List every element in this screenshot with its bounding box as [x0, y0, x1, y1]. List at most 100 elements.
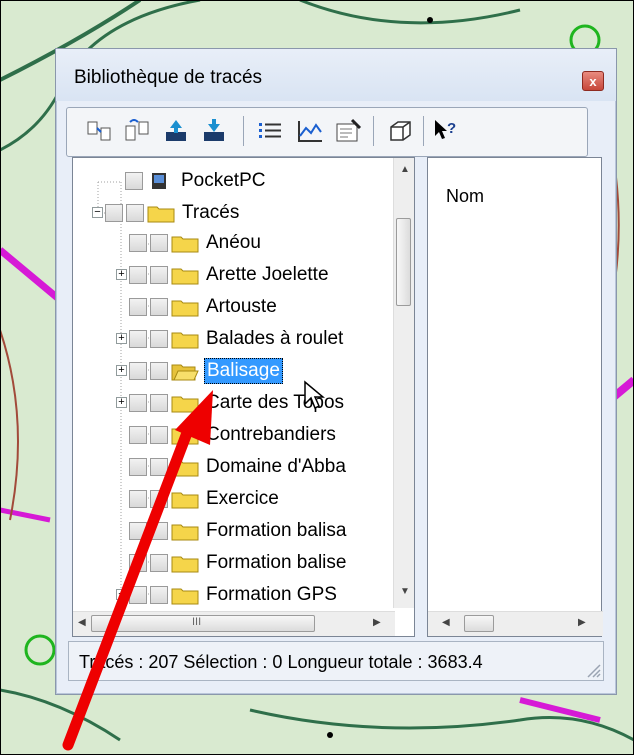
expand-toggle[interactable]: + — [116, 333, 127, 344]
tree-node-folder[interactable]: Formation balisa — [129, 516, 348, 546]
tree-node-label: Anéou — [206, 232, 261, 253]
folder-icon — [171, 492, 199, 509]
tree-horizontal-scrollbar[interactable]: ◀ III ▶ — [73, 611, 395, 636]
collapse-toggle[interactable]: − — [92, 207, 103, 218]
checkbox[interactable] — [150, 458, 168, 476]
checkbox[interactable] — [150, 490, 168, 508]
tree-horizontal-thumb[interactable]: III — [91, 615, 315, 632]
track-library-window: Bibliothèque de tracés x ? PocketPC − Tr… — [55, 48, 617, 695]
track-tree[interactable]: PocketPC − Tracés Anéou + Arette Joelette A… — [72, 157, 415, 637]
tree-node-folder[interactable]: Balisage — [129, 356, 283, 386]
tree-node-folder[interactable]: Exercice — [129, 484, 281, 514]
checkbox[interactable] — [150, 522, 168, 540]
tree-node-folder[interactable]: Anéou — [129, 228, 263, 258]
scroll-left-arrow[interactable]: ◀ — [442, 617, 450, 628]
checkbox[interactable] — [150, 234, 168, 252]
scroll-left-arrow[interactable]: ◀ — [78, 617, 86, 628]
list-view-button[interactable] — [253, 114, 287, 148]
checkbox[interactable] — [150, 330, 168, 348]
transfer-items-icon — [125, 119, 149, 141]
tree-node-label: Domaine d'Abba — [206, 456, 346, 477]
tree-node-label: Formation balisa — [206, 520, 347, 541]
resize-grip-icon[interactable] — [585, 662, 601, 678]
tree-node-label: Contrebandiers — [206, 424, 336, 445]
column-header-nom[interactable]: Nom — [446, 186, 484, 207]
gps-download-button[interactable] — [197, 114, 231, 148]
3d-view-button[interactable] — [383, 114, 417, 148]
tree-node-folder[interactable]: Formation GPS — [129, 580, 339, 610]
open-folder-icon — [171, 364, 199, 381]
checkbox[interactable] — [129, 394, 147, 412]
help-cursor-icon: ? — [435, 120, 456, 139]
checkbox[interactable] — [150, 394, 168, 412]
checkbox[interactable] — [150, 362, 168, 380]
checkbox[interactable] — [129, 586, 147, 604]
scroll-right-arrow[interactable]: ▶ — [578, 617, 586, 628]
tree-node-label: Arette Joelette — [206, 264, 329, 285]
toolbar-separator — [373, 116, 374, 146]
tree-node-label: Tracés — [182, 202, 240, 223]
checkbox[interactable] — [129, 330, 147, 348]
expand-toggle[interactable]: + — [116, 365, 127, 376]
checkbox[interactable] — [150, 586, 168, 604]
checkbox[interactable] — [129, 298, 147, 316]
transfer-items-button[interactable] — [121, 114, 155, 148]
checkbox[interactable] — [150, 266, 168, 284]
folder-icon — [171, 300, 199, 317]
checkbox[interactable] — [126, 204, 144, 222]
expand-toggle[interactable]: + — [116, 589, 127, 600]
tree-node-label: Balades à roulet — [206, 328, 344, 349]
scroll-right-arrow[interactable]: ▶ — [373, 617, 381, 628]
gps-download-icon — [204, 119, 224, 141]
list-horizontal-thumb[interactable] — [464, 615, 494, 632]
tree-node-folder[interactable]: Arette Joelette — [129, 260, 331, 290]
window-title: Bibliothèque de tracés — [74, 67, 263, 88]
checkbox[interactable] — [129, 266, 147, 284]
folder-icon — [171, 556, 199, 573]
list-horizontal-scrollbar[interactable]: ◀ ▶ — [428, 611, 603, 636]
tree-node-pocketpc[interactable]: PocketPC — [125, 166, 267, 196]
tree-node-folder[interactable]: Domaine d'Abba — [129, 452, 348, 482]
folder-icon — [171, 524, 199, 541]
checkbox[interactable] — [150, 426, 168, 444]
checkbox[interactable] — [129, 458, 147, 476]
tree-vertical-scrollbar[interactable]: ▲ ▼ — [393, 158, 414, 608]
checkbox[interactable] — [129, 522, 147, 540]
track-list[interactable]: Nom ◀ ▶ — [427, 157, 603, 637]
close-button[interactable]: x — [582, 71, 604, 91]
tree-node-folder[interactable]: Formation balise — [129, 548, 348, 578]
tree-node-folder[interactable]: Contrebandiers — [129, 420, 338, 450]
checkbox[interactable] — [105, 204, 123, 222]
checkbox[interactable] — [129, 426, 147, 444]
expand-toggle[interactable]: + — [116, 269, 127, 280]
tree-vertical-thumb[interactable] — [396, 218, 411, 306]
tree-node-folder[interactable]: Balades à roulet — [129, 324, 345, 354]
move-items-icon — [87, 121, 111, 141]
checkbox[interactable] — [125, 172, 143, 190]
tree-node-traces[interactable]: Tracés — [105, 198, 241, 228]
folder-icon — [171, 460, 199, 477]
checkbox[interactable] — [129, 234, 147, 252]
scroll-up-arrow[interactable]: ▲ — [400, 164, 410, 175]
status-text: Tracés : 207 Sélection : 0 Longueur tota… — [79, 652, 483, 672]
properties-button[interactable] — [331, 114, 365, 148]
title-bar: Bibliothèque de tracés x — [56, 49, 616, 101]
checkbox[interactable] — [129, 490, 147, 508]
tree-node-label: PocketPC — [181, 170, 266, 191]
profile-chart-button[interactable] — [293, 114, 327, 148]
scroll-down-arrow[interactable]: ▼ — [400, 586, 410, 597]
expand-toggle[interactable]: + — [116, 397, 127, 408]
move-items-button[interactable] — [83, 114, 117, 148]
folder-icon — [171, 428, 199, 445]
folder-icon — [171, 268, 199, 285]
help-button[interactable]: ? — [429, 114, 463, 148]
tree-node-folder[interactable]: Artouste — [129, 292, 279, 322]
checkbox[interactable] — [150, 554, 168, 572]
status-bar: Tracés : 207 Sélection : 0 Longueur tota… — [68, 641, 604, 681]
list-view-icon — [259, 123, 281, 138]
checkbox[interactable] — [150, 298, 168, 316]
checkbox[interactable] — [129, 362, 147, 380]
tree-node-label: Artouste — [206, 296, 277, 317]
checkbox[interactable] — [129, 554, 147, 572]
gps-upload-button[interactable] — [159, 114, 193, 148]
